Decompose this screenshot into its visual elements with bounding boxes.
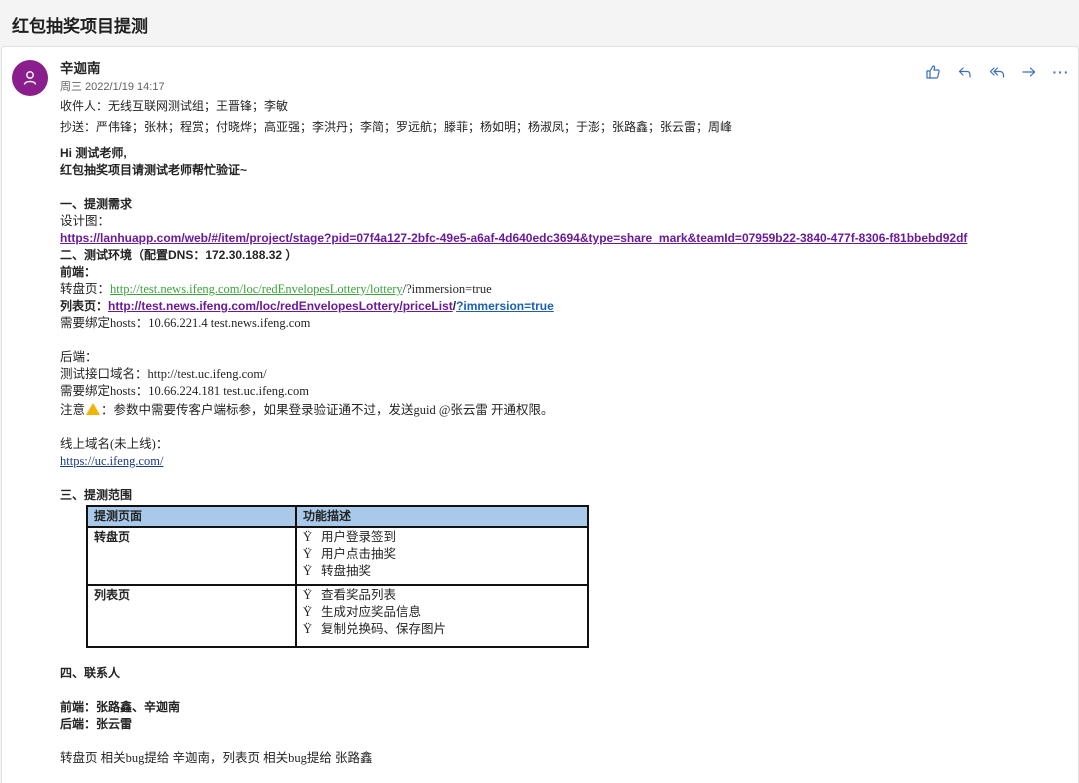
list-item: Ÿ 查看奖品列表 [303,588,397,602]
design-label: 设计图： [60,214,111,228]
hosts-backend: 需要绑定hosts：10.66.224.181 test.uc.ifeng.co… [60,384,309,398]
scope-table: 提测页面 功能描述 转盘页 Ÿ 用户登录签到 Ÿ 用户点击抽奖 Ÿ 转盘抽奖 列表页 … [86,505,589,648]
forward-button[interactable] [1013,61,1045,83]
note-text: ：参数中需要传客户端标参，如果登录验证通不过，发送guid @张云雷 开通权限。 [101,403,554,417]
table-header-page: 提测页面 [86,505,297,528]
intro-text: 红包抽奖项目请测试老师帮忙验证~ [60,163,248,177]
greeting: Hi 测试老师, [60,146,127,160]
backend-label: 后端： [60,350,98,364]
table-header-desc: 功能描述 [295,505,589,528]
note-line: 注意 ：参数中需要传客户端标参，如果登录验证通不过，发送guid @张云雷 开通权… [60,402,1020,419]
table-header-row: 提测页面 功能描述 [86,505,589,528]
recipients-to[interactable]: 收件人：无线互联网测试组；王晋锋；李敏 [60,97,288,114]
table-row: 列表页 Ÿ 查看奖品列表 Ÿ 生成对应奖品信息 Ÿ 复制兑换码、保存图片 [86,584,589,648]
section-title-scope: 三、提测范围 [60,488,133,502]
subject-bar: 红包抽奖项目提测 [0,0,1079,46]
sender-avatar[interactable] [12,60,48,96]
reply-button[interactable] [949,61,981,83]
table-row: 转盘页 Ÿ 用户登录签到 Ÿ 用户点击抽奖 Ÿ 转盘抽奖 [86,526,589,586]
reply-icon [958,67,971,78]
frontend-label: 前端： [60,265,97,279]
list-link[interactable]: http://test.news.ifeng.com/loc/redEnvelo… [108,299,453,313]
backend-contacts: 后端：张云雷 [60,717,133,731]
warning-icon [86,403,101,415]
list-line: 列表页：http://test.news.ifeng.com/loc/redEn… [60,298,1020,315]
list-label: 列表页： [60,299,109,313]
online-link[interactable]: https://uc.ifeng.com/ [60,454,163,468]
turntable-line: 转盘页：http://test.news.ifeng.com/loc/redEn… [60,281,1020,298]
more-actions-button[interactable]: ··· [1045,61,1077,83]
turntable-query: /?immersion=true [402,282,492,296]
section-title-contacts: 四、联系人 [60,666,121,680]
reply-all-button[interactable] [981,61,1013,83]
table-cell-page: 转盘页 [86,526,297,586]
hosts-frontend: 需要绑定hosts：10.66.221.4 test.news.ifeng.co… [60,316,311,330]
bug-note: 转盘页 相关bug提给 辛迦南，列表页 相关bug提给 张路鑫 [60,751,373,765]
message-actions: ··· [917,61,1077,83]
design-link[interactable]: https://lanhuapp.com/web/#/item/project/… [60,231,967,245]
section-title-environment: 二、测试环境（配置DNS：172.30.188.32 ） [60,248,298,262]
frontend-contacts: 前端：张路鑫、辛迦南 [60,700,181,714]
email-subject: 红包抽奖项目提测 [12,17,148,36]
list-item: Ÿ 用户点击抽奖 [303,547,397,561]
turntable-link[interactable]: http://test.news.ifeng.com/loc/redEnvelo… [110,282,403,296]
table-cell-page: 列表页 [86,584,297,648]
like-button[interactable] [917,61,949,83]
like-icon [926,65,940,79]
forward-icon [1022,67,1036,77]
api-domain: 测试接口域名：http://test.uc.ifeng.com/ [60,367,267,381]
table-cell-desc: Ÿ 用户登录签到 Ÿ 用户点击抽奖 Ÿ 转盘抽奖 [295,526,589,586]
list-item: Ÿ 转盘抽奖 [303,564,372,578]
sender-name[interactable]: 辛迦南 [60,57,101,77]
list-item: Ÿ 复制兑换码、保存图片 [303,622,447,636]
person-icon [23,71,37,85]
sent-date: 周三 2022/1/19 14:17 [60,81,165,93]
list-query-link[interactable]: ?immersion=true [456,299,554,313]
section-title-requirements: 一、提测需求 [60,197,133,211]
message-body: Hi 测试老师, 红包抽奖项目请测试老师帮忙验证~ 一、提测需求 设计图： ht… [60,145,1020,767]
note-prefix: 注意 [60,403,86,417]
reply-all-icon [989,67,1005,78]
recipients-cc[interactable]: 抄送：严伟锋；张林；程赏；付晓烨；高亚强；李洪丹；李简；罗远航；滕菲；杨如明；杨… [60,118,732,135]
table-cell-desc: Ÿ 查看奖品列表 Ÿ 生成对应奖品信息 Ÿ 复制兑换码、保存图片 [295,584,589,648]
online-label: 线上域名(未上线)： [60,437,169,451]
message-card: 辛迦南 周三 2022/1/19 14:17 收件人：无线互联网测试组；王晋锋；… [1,46,1079,783]
list-item: Ÿ 生成对应奖品信息 [303,605,422,619]
list-item: Ÿ 用户登录签到 [303,530,397,544]
turntable-label: 转盘页： [60,282,111,296]
